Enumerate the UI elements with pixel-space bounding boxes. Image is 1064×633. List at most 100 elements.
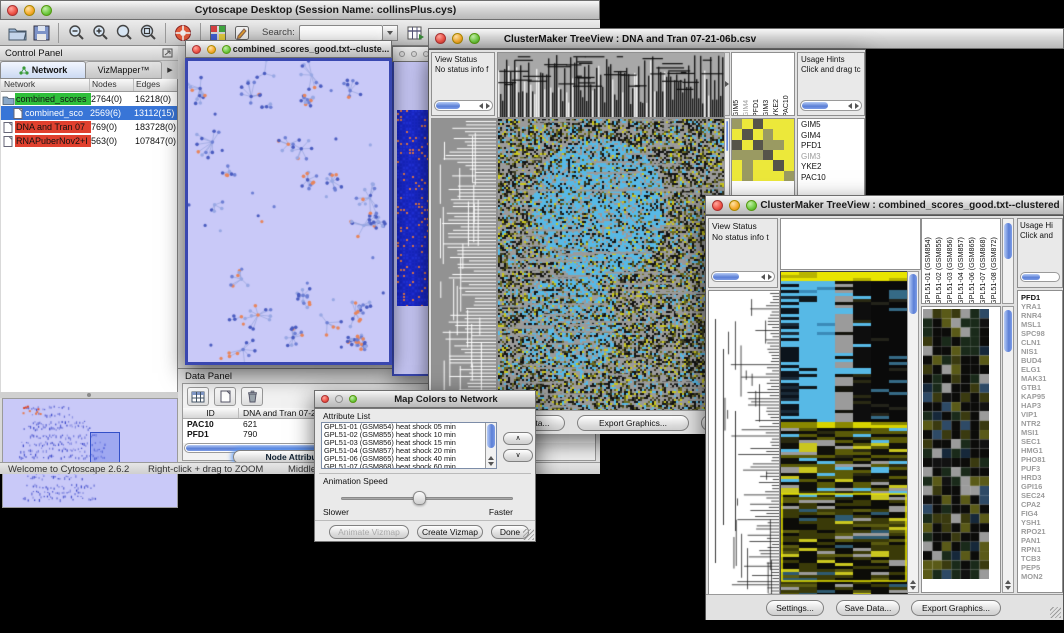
zoom-button[interactable] [746, 200, 757, 211]
col-header-network[interactable]: Network [1, 79, 90, 91]
network-view-canvas[interactable] [188, 61, 389, 362]
minimize-button[interactable] [452, 33, 463, 44]
gene-label[interactable]: PAC10 [801, 173, 864, 184]
speed-slider-thumb[interactable] [413, 491, 426, 505]
tv1-column-dendrogram[interactable] [497, 52, 725, 118]
tv2-gene-dendrogram[interactable] [708, 290, 780, 595]
gene-label[interactable]: YSH1 [1021, 518, 1062, 527]
gene-label[interactable]: VIP1 [1021, 410, 1062, 419]
tab-vizmapper[interactable]: VizMapper™ [86, 61, 162, 79]
gene-label[interactable]: PAN1 [1021, 536, 1062, 545]
network-view-titlebar[interactable]: combined_scores_good.txt--cluste... [185, 40, 392, 58]
col-header-id[interactable]: ID [183, 408, 239, 418]
gene-label[interactable]: PHO81 [1021, 455, 1062, 464]
resize-grip[interactable] [523, 529, 534, 540]
tv2-labels-vscrollbar[interactable] [1002, 218, 1014, 304]
gene-label[interactable]: SPC98 [1021, 329, 1062, 338]
zoom-button[interactable] [349, 395, 357, 403]
tv1-gene-dendrogram[interactable] [431, 118, 497, 412]
zoom-button[interactable] [222, 45, 231, 54]
gene-label[interactable]: YKE2 [801, 162, 864, 173]
background-window-titlebar[interactable] [392, 46, 430, 62]
save-data-button[interactable]: Save Data... [836, 600, 900, 616]
move-down-button[interactable]: ∨ [503, 449, 533, 462]
float-panel-icon[interactable] [162, 48, 173, 58]
move-up-button[interactable]: ∧ [503, 432, 533, 445]
close-button[interactable] [321, 395, 329, 403]
hscroll-thumb[interactable] [436, 102, 460, 109]
close-button[interactable] [712, 200, 723, 211]
close-button[interactable] [7, 5, 18, 16]
select-attributes-button[interactable] [187, 387, 209, 406]
gene-label[interactable]: RNR4 [1021, 311, 1062, 320]
gene-label[interactable]: FIG4 [1021, 509, 1062, 518]
gene-label[interactable]: GIM3 [801, 152, 864, 163]
new-attribute-button[interactable] [214, 387, 236, 406]
gene-label[interactable]: CLN1 [1021, 338, 1062, 347]
gene-label[interactable]: PUF3 [1021, 464, 1062, 473]
settings-button[interactable]: Settings... [766, 600, 824, 616]
gene-label[interactable]: PEP5 [1021, 563, 1062, 572]
save-icon[interactable] [29, 22, 53, 44]
tab-network[interactable]: Network [0, 61, 86, 79]
gene-label[interactable]: HAP3 [1021, 401, 1062, 410]
dialog-titlebar[interactable]: Map Colors to Network [314, 390, 536, 408]
gene-label[interactable]: SEC1 [1021, 437, 1062, 446]
gene-label[interactable]: ELG1 [1021, 365, 1062, 374]
gene-label[interactable]: YRA1 [1021, 302, 1062, 311]
hscroll-thumb[interactable] [802, 102, 828, 109]
tv1-heatmap[interactable] [497, 118, 725, 412]
vscroll-thumb[interactable] [909, 274, 917, 314]
gene-label[interactable]: PFD1 [1021, 293, 1062, 302]
tv1-splitter[interactable] [724, 52, 730, 116]
import-table-icon[interactable] [404, 22, 428, 44]
usage-hints-hscrollbar[interactable] [1020, 272, 1060, 282]
attribute-listbox[interactable]: GPL51-01 (GSM854) heat shock 05 minGPL51… [321, 422, 497, 469]
zoom-actual-icon[interactable] [112, 22, 136, 44]
gene-label[interactable]: BUD4 [1021, 356, 1062, 365]
attribute-item[interactable]: GPL51-07 (GSM868) heat shock 60 min [324, 463, 496, 469]
treeview1-titlebar[interactable]: ClusterMaker TreeView : DNA and Tran 07-… [428, 28, 1064, 49]
gene-label[interactable]: GIM5 [801, 120, 864, 131]
network-row-combined-scores[interactable]: combined_scores 2764(0) 16218(0) [1, 92, 177, 106]
network-row-combined-scores-clustered[interactable]: combined_sco 2569(6) 13112(15) [1, 106, 177, 120]
background-network-canvas-area[interactable] [392, 62, 430, 376]
gene-label[interactable]: PFD1 [801, 141, 864, 152]
gene-label[interactable]: KAP95 [1021, 392, 1062, 401]
gene-label[interactable]: GPI16 [1021, 482, 1062, 491]
col-header-nodes[interactable]: Nodes [90, 79, 134, 91]
vscroll-thumb[interactable] [726, 121, 728, 151]
usage-hints-hscrollbar[interactable] [800, 100, 862, 111]
tv2-heatmap-vscrollbar[interactable] [907, 271, 919, 593]
close-button[interactable] [192, 45, 201, 54]
vscroll-thumb[interactable] [1004, 310, 1012, 352]
vscroll-thumb[interactable] [487, 424, 495, 448]
close-button[interactable] [435, 33, 446, 44]
gene-label[interactable]: HMG1 [1021, 446, 1062, 455]
minimize-button[interactable] [335, 395, 343, 403]
delete-attribute-button[interactable] [241, 387, 263, 406]
open-folder-icon[interactable] [5, 22, 29, 44]
zoom-fit-icon[interactable] [136, 22, 160, 44]
hscroll-thumb[interactable] [1022, 274, 1040, 280]
speed-slider-track[interactable] [341, 497, 513, 500]
minimize-button[interactable] [207, 45, 216, 54]
gene-label[interactable]: MON2 [1021, 572, 1062, 581]
export-graphics-button[interactable]: Export Graphics... [911, 600, 1001, 616]
gene-label[interactable]: HRD3 [1021, 473, 1062, 482]
zoom-button[interactable] [41, 5, 52, 16]
export-graphics-button[interactable]: Export Graphics... [577, 415, 689, 431]
col-header-edges[interactable]: Edges [134, 79, 177, 91]
hscroll-thumb[interactable] [713, 273, 739, 280]
gene-label[interactable]: MSI1 [1021, 428, 1062, 437]
tv2-zoom-vscrollbar[interactable] [1002, 306, 1014, 593]
zoom-out-icon[interactable] [64, 22, 88, 44]
vscroll-thumb[interactable] [1004, 223, 1012, 259]
create-vizmap-button[interactable]: Create Vizmap [417, 525, 483, 539]
dense-network-grid[interactable] [397, 110, 429, 306]
tv2-zoom-heatmap[interactable] [923, 309, 989, 579]
attribute-vscrollbar[interactable] [485, 423, 496, 468]
search-input[interactable] [299, 25, 383, 41]
gene-label[interactable]: TCB3 [1021, 554, 1062, 563]
main-titlebar[interactable]: Cytoscape Desktop (Session Name: collins… [0, 0, 600, 20]
